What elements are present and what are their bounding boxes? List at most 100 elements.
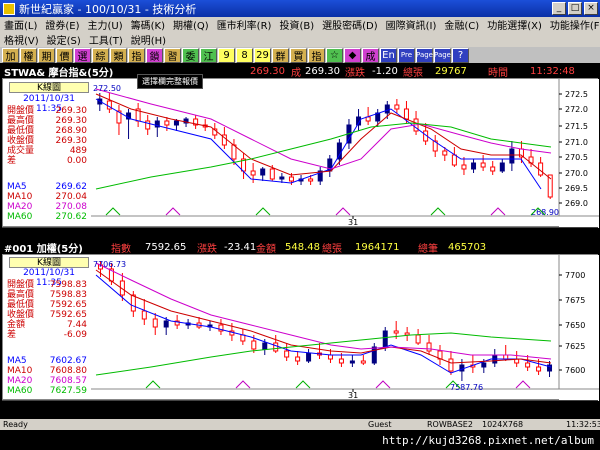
toolbar-button-23[interactable]: Page: [416, 47, 433, 63]
upper-candle: [442, 150, 448, 156]
upper-stat-row: 開盤價 269.30: [7, 106, 87, 116]
upper-axis-tick: 269.0: [565, 199, 588, 208]
menu-item-r2-1[interactable]: 設定(S): [43, 32, 85, 47]
lower-trades-value: 465703: [448, 242, 487, 253]
menu-item-3[interactable]: 籌碼(K): [127, 17, 169, 32]
toolbar-button-16[interactable]: 買: [290, 47, 307, 63]
menu-item-7[interactable]: 選股密碼(D): [318, 17, 382, 32]
lower-candle: [327, 354, 333, 360]
toolbar-button-15[interactable]: 群: [272, 47, 289, 63]
toolbar-button-21[interactable]: En: [380, 47, 397, 63]
toolbar-button-18[interactable]: ☆: [326, 47, 343, 63]
upper-candle: [260, 168, 266, 176]
upper-stats: 開盤價 269.30 最高價 269.30 最低價 268.90 收盤價 269.30 成交量 4…: [7, 106, 87, 166]
upper-candle: [269, 168, 275, 180]
lower-axis-tick: 7650: [565, 321, 585, 330]
lower-candlestick-chart[interactable]: 7700 7675 7650 7625 7600 31 7706.73 7587.76: [3, 255, 599, 401]
lower-candle: [152, 318, 158, 328]
upper-ma-value: 270.62: [55, 212, 88, 222]
toolbar-button-25[interactable]: ?: [452, 47, 469, 63]
menu-item-4[interactable]: 期權(Q): [169, 17, 213, 32]
lower-candle: [273, 342, 279, 352]
toolbar-button-12[interactable]: 9: [218, 47, 235, 63]
lower-stat-label: 最低價: [7, 300, 35, 310]
toolbar-button-7[interactable]: 指: [128, 47, 145, 63]
toolbar-button-1[interactable]: 權: [20, 47, 37, 63]
menu-item-2[interactable]: 主力(U): [84, 17, 127, 32]
upper-candle: [461, 164, 467, 170]
lower-stat-row: 最低價 7592.65: [7, 300, 87, 310]
upper-axis-tick: 270.5: [565, 153, 588, 162]
upper-change-label: 漲跌: [345, 68, 365, 79]
menu-item-r2-2[interactable]: 工具(T): [85, 32, 127, 47]
minimize-button[interactable]: _: [552, 2, 566, 15]
toolbar-button-4[interactable]: 選: [74, 47, 91, 63]
upper-date: 2011/10/31 11:35: [9, 94, 89, 114]
toolbar-button-5[interactable]: 綜: [92, 47, 109, 63]
toolbar-button-0[interactable]: 加: [2, 47, 19, 63]
toolbar-button-24[interactable]: Page: [434, 47, 451, 63]
lower-trades-label: 總筆: [418, 244, 438, 255]
lower-ma-row: MA10 7608.80: [7, 366, 87, 376]
menu-item-1[interactable]: 證券(E): [41, 17, 83, 32]
menu-item-r2-0[interactable]: 格視(V): [0, 32, 43, 47]
upper-trade-label: 成: [291, 68, 301, 79]
upper-candlestick-chart[interactable]: 272.5 272.0 271.5 271.0 270.5 270.0 269.5 269.0…: [3, 79, 599, 228]
toolbar-button-22[interactable]: Pre: [398, 47, 415, 63]
menu-item-0[interactable]: 畫面(L): [0, 17, 41, 32]
toolbar-button-11[interactable]: 江: [200, 47, 217, 63]
upper-ma-label: MA20: [7, 202, 33, 212]
toolbar-button-9[interactable]: 習: [164, 47, 181, 63]
toolbar-button-19[interactable]: ◆: [344, 47, 361, 63]
upper-candle: [490, 166, 496, 172]
lower-volume-value: 1964171: [355, 242, 400, 253]
toolbar-button-3[interactable]: 價: [56, 47, 73, 63]
lower-chart-panel[interactable]: 7700 7675 7650 7625 7600 31 7706.73 7587.76 K線圖…: [2, 254, 599, 401]
toolbar-button-17[interactable]: 指: [308, 47, 325, 63]
menu-item-8[interactable]: 國際資訊(I): [382, 17, 441, 32]
lower-stat-label: 收盤價: [7, 310, 35, 320]
toolbar-button-2[interactable]: 期: [38, 47, 55, 63]
lower-stat-row: 金額 7.44: [7, 320, 87, 330]
toolbar-button-20[interactable]: 成: [362, 47, 379, 63]
maximize-button[interactable]: □: [568, 2, 582, 15]
toolbar: 加權期價選綜類指鎖習委江 9 8 29 群買指 ☆ ◆ 成 En Pre Page Page?: [0, 47, 600, 63]
toolbar-button-14[interactable]: 29: [254, 47, 271, 63]
upper-trade-value: 269.30: [305, 66, 340, 77]
upper-ma-label: MA10: [7, 192, 33, 202]
status-user: Guest: [368, 420, 392, 429]
lower-change-value: -23.41: [224, 242, 257, 253]
menu-bar: 畫面(L) 證券(E) 主力(U) 籌碼(K) 期權(Q) 匯市利率(R) 投資(B) 選股密…: [0, 17, 600, 47]
lower-candle: [130, 294, 136, 312]
close-button[interactable]: ×: [584, 2, 598, 15]
upper-ma-value: 270.08: [55, 202, 88, 212]
upper-stat-value: 0.00: [66, 156, 87, 166]
upper-candle: [279, 176, 285, 180]
lower-stat-label: 最高價: [7, 290, 35, 300]
upper-mini-toolbar: [2, 227, 598, 235]
lower-ma-label: MA5: [7, 356, 27, 366]
menu-item-5[interactable]: 匯市利率(R): [213, 17, 276, 32]
lower-axis-tick: 7675: [565, 296, 585, 305]
lower-stat-row: 差 -6.09: [7, 330, 87, 340]
lower-marker: [145, 380, 161, 389]
lower-index-value: 7592.65: [145, 242, 187, 253]
menu-item-r2-3[interactable]: 說明(H): [127, 32, 170, 47]
menu-item-9[interactable]: 金融(C): [440, 17, 483, 32]
toolbar-button-8[interactable]: 鎖: [146, 47, 163, 63]
lower-amount-value: 548.48: [285, 242, 320, 253]
menu-item-10[interactable]: 功能選擇(X): [483, 17, 546, 32]
upper-ma-label: MA5: [7, 182, 27, 192]
lower-volume-label: 總張: [322, 244, 342, 255]
hint-tooltip: 選擇欄完整報價: [137, 74, 203, 89]
lower-candle: [525, 362, 531, 368]
toolbar-button-13[interactable]: 8: [236, 47, 253, 63]
upper-ma-row: MA5 269.62: [7, 182, 87, 192]
toolbar-button-10[interactable]: 委: [182, 47, 199, 63]
menu-item-6[interactable]: 投資(B): [275, 17, 318, 32]
lower-candle: [426, 342, 432, 352]
toolbar-button-6[interactable]: 類: [110, 47, 127, 63]
upper-chart-panel[interactable]: 272.5 272.0 271.5 271.0 270.5 270.0 269.5 269.0…: [2, 78, 599, 228]
upper-stat-row: 最高價 269.30: [7, 116, 87, 126]
menu-item-11[interactable]: 功能操作(F): [546, 17, 600, 32]
